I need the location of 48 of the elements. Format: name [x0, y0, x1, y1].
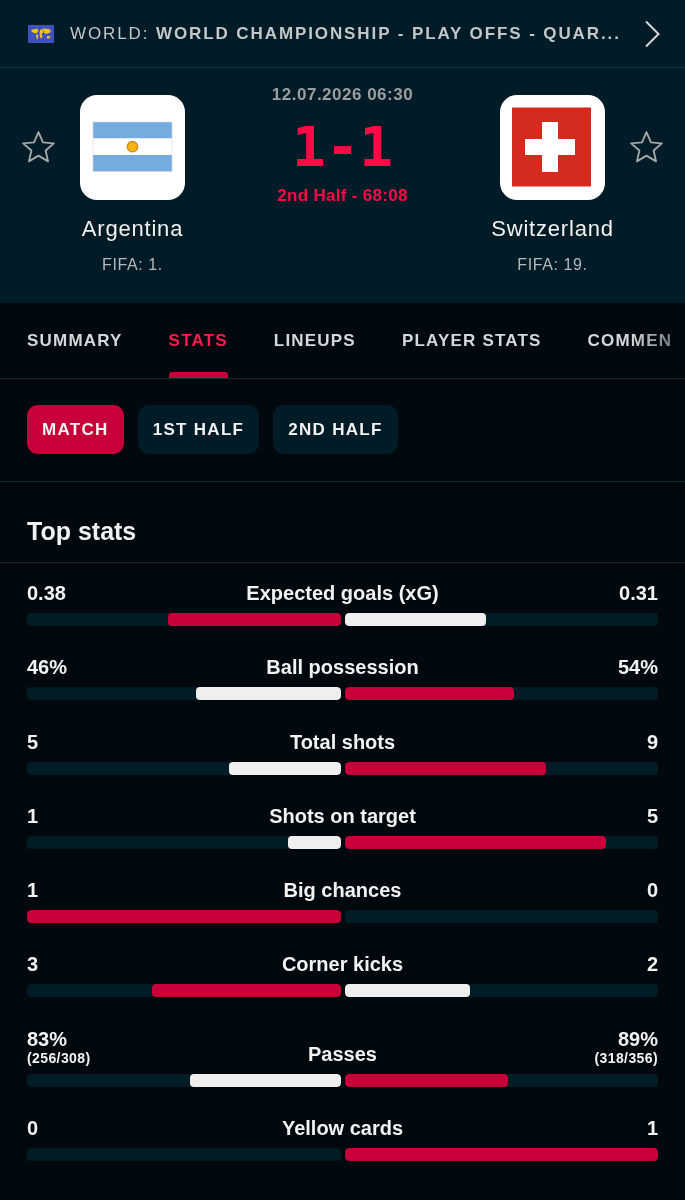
stat-label: Total shots [288, 729, 397, 754]
tab[interactable]: COMMEN [587, 303, 673, 378]
stat-value: 1 [646, 1116, 658, 1141]
star-icon[interactable] [22, 131, 55, 163]
tab[interactable]: STATS [168, 303, 228, 378]
stat-label: Passes [307, 1041, 378, 1066]
stat-value: 89% [617, 1026, 658, 1051]
stat-label: Yellow cards [280, 1116, 405, 1141]
stat-value: 3 [27, 952, 39, 977]
world-map-icon [28, 24, 54, 43]
team-ranking: FIFA: 1. [102, 255, 163, 275]
stat-label: Shots on target [268, 803, 417, 828]
stat-value: 5 [646, 803, 658, 828]
period-button[interactable]: MATCH [27, 405, 124, 454]
stat-value: 0 [27, 1116, 39, 1141]
team-ranking: FIFA: 19. [517, 255, 588, 275]
team-name: Switzerland [491, 215, 614, 243]
stat-value: 0.31 [619, 581, 658, 605]
stat-value: 2 [646, 952, 658, 977]
stat-value: 0.38 [27, 581, 66, 605]
stat-value: 46% [27, 655, 68, 680]
stat-value: 0 [646, 878, 658, 903]
tab[interactable]: SUMMARY [27, 303, 123, 378]
stat-label: Corner kicks [280, 952, 405, 977]
period-button[interactable]: 2ND HALF [273, 405, 398, 454]
match-status: 2nd Half - 68:08 [277, 185, 408, 207]
match-score: 1-1 [291, 117, 394, 177]
stat-label: Expected goals (xG) [245, 581, 440, 605]
chevron-right-icon[interactable] [644, 19, 660, 48]
section-title: Top stats [0, 482, 685, 563]
stat-value: 9 [646, 729, 658, 754]
tab[interactable]: PLAYER STATS [401, 303, 542, 378]
period-button[interactable]: 1ST HALF [137, 405, 260, 454]
stat-label: Ball possession [265, 655, 420, 680]
flag-icon [500, 95, 605, 200]
tab[interactable]: LINEUPS [273, 303, 356, 378]
stat-value: 54% [617, 655, 658, 680]
stat-value: 83% [27, 1026, 68, 1051]
match-date: 12.07.2026 06:30 [271, 85, 414, 105]
stat-value: 1 [27, 803, 39, 828]
stat-detail: (256/308) [27, 1050, 91, 1066]
stat-value: 5 [27, 729, 39, 754]
stat-value: 1 [27, 878, 39, 903]
stat-label: Big chances [282, 878, 403, 903]
star-icon[interactable] [630, 131, 663, 163]
team-name: Argentina [81, 215, 184, 243]
stat-detail: (318/356) [594, 1050, 658, 1066]
flag-icon [80, 95, 185, 200]
